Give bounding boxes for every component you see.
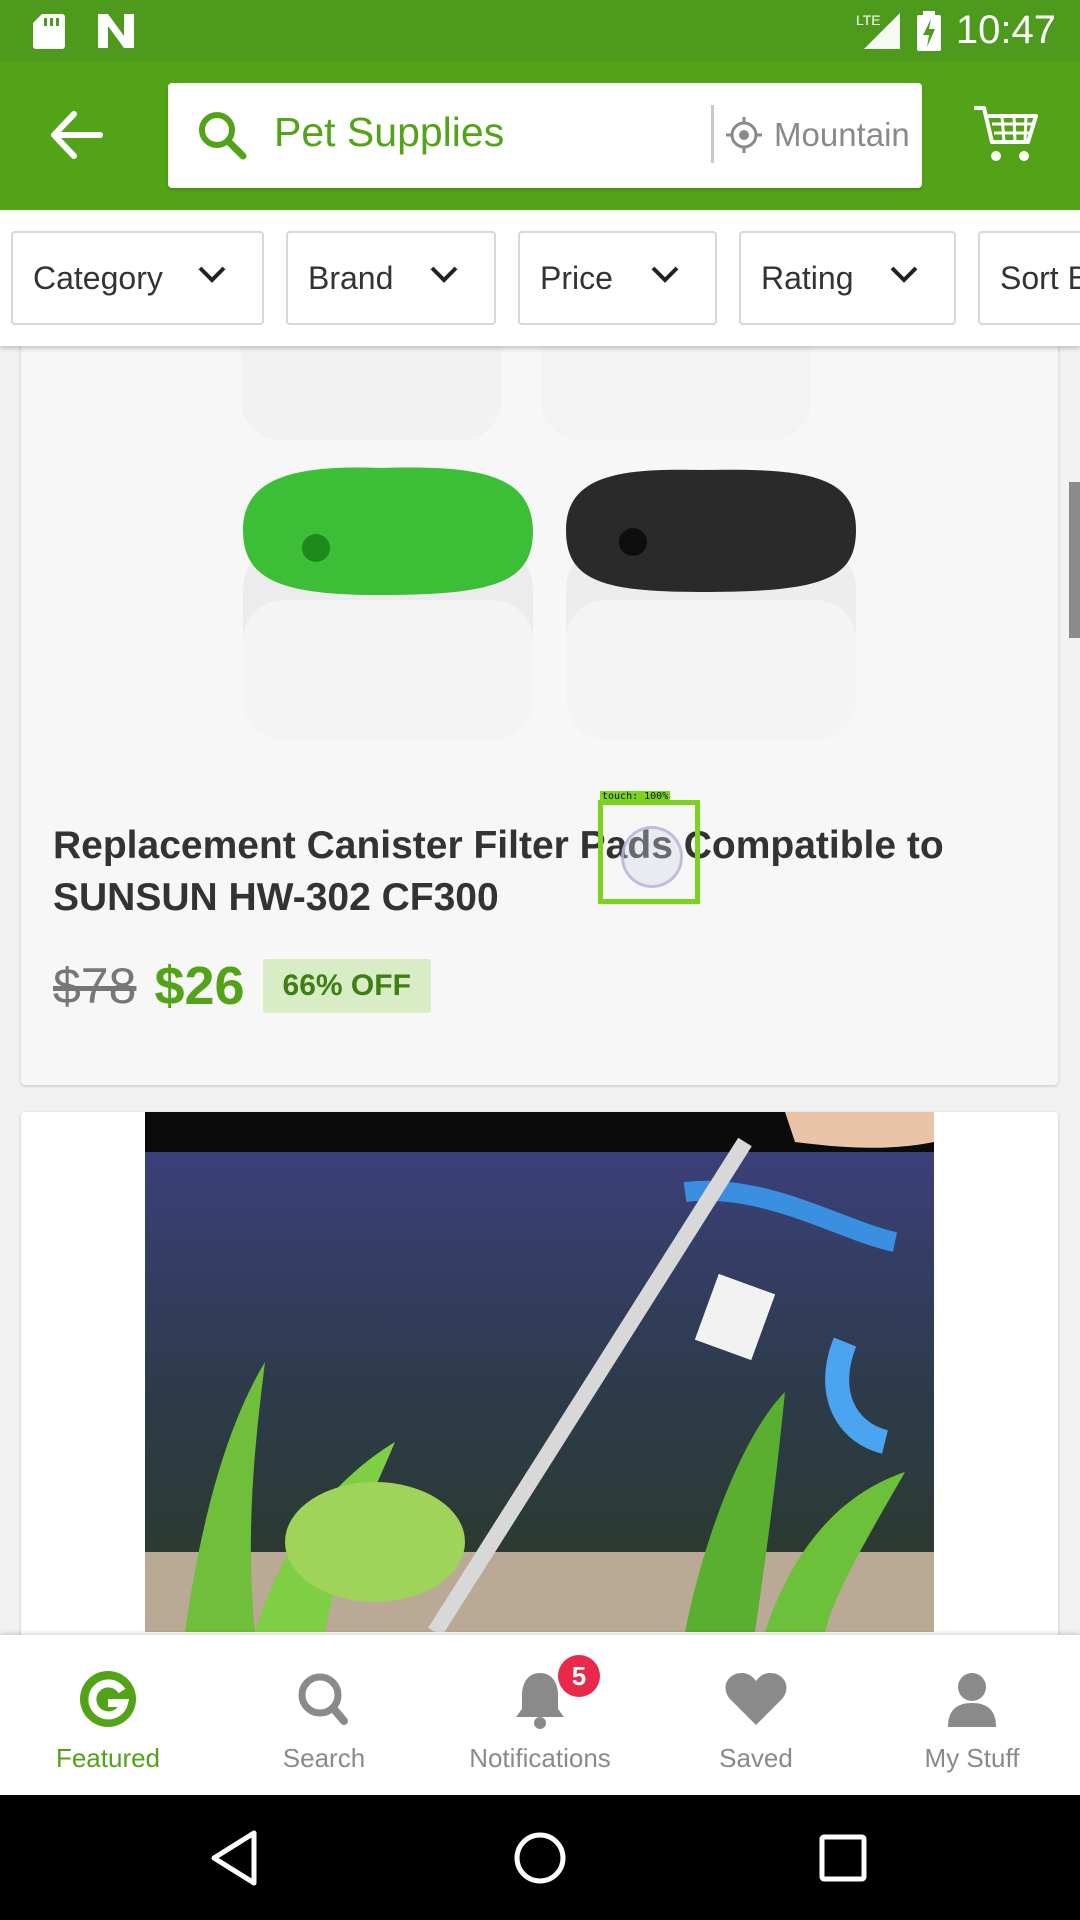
bottom-navigation: Featured Search 5 Notifications Saved My… [0,1635,1080,1795]
search-bar[interactable]: Pet Supplies Mountain View [168,83,922,188]
nav-search[interactable]: Search [216,1635,432,1795]
nav-label: My Stuff [924,1743,1020,1773]
filter-price[interactable]: Price [518,231,717,325]
sale-price: $26 [154,956,245,1016]
search-icon [298,1673,348,1725]
filter-bar: Category Brand Price Rating Sort By [0,210,1080,346]
search-icon [199,112,247,160]
status-bar: LTE 10:47 [0,0,1080,62]
status-time: 10:47 [955,8,1056,52]
filter-category[interactable]: Category [11,231,264,325]
person-icon [948,1673,996,1727]
nav-my-stuff[interactable]: My Stuff [864,1635,1080,1795]
product-image-filter-pads [241,280,856,740]
touch-indicator-label: touch: 100% [600,791,671,802]
scrollbar-thumb[interactable] [1069,482,1080,638]
home-circle-icon[interactable] [507,1825,573,1891]
battery-charging-icon [916,10,941,51]
location-target-icon [726,117,762,153]
chevron-down-icon [651,266,679,283]
filter-label: Price [540,259,613,296]
app-bar: Pet Supplies Mountain View [0,62,1080,210]
nav-label: Notifications [469,1743,611,1773]
chevron-down-icon [890,266,918,283]
search-query[interactable]: Pet Supplies [274,109,504,156]
filter-label: Rating [761,259,854,296]
svg-text:LTE: LTE [856,12,881,28]
product-title[interactable]: Replacement Canister Filter Pads Compati… [53,820,1013,924]
cart-icon[interactable] [972,102,1040,166]
filter-label: Category [33,259,163,296]
price-row: $78 $26 66% OFF [53,955,431,1017]
search-divider [711,105,714,163]
touch-indicator-box [598,800,700,904]
system-navigation-bar [0,1795,1080,1920]
back-arrow-icon[interactable] [44,102,110,168]
filter-brand[interactable]: Brand [286,231,496,325]
chevron-down-icon [198,266,226,283]
n-notification-icon [98,14,134,48]
recents-square-icon[interactable] [810,1825,876,1891]
product-card[interactable]: Replacement Canister Filter Pads Compati… [21,280,1058,1085]
filter-rating[interactable]: Rating [739,231,956,325]
notification-badge: 5 [558,1655,600,1697]
chevron-down-icon [430,266,458,283]
nav-notifications[interactable]: 5 Notifications [432,1635,648,1795]
nav-label: Saved [719,1743,793,1773]
location-field[interactable]: Mountain View [774,116,914,154]
heart-icon [725,1673,787,1725]
nav-label: Search [282,1743,366,1773]
filter-sort[interactable]: Sort By [978,231,1080,325]
back-triangle-icon[interactable] [202,1825,268,1891]
filter-label: Sort By [1000,259,1080,296]
signal-icon: LTE [856,12,900,49]
original-price: $78 [53,958,137,1014]
product-image-aquarium-cleaner [145,1112,934,1632]
filter-label: Brand [308,259,394,296]
groupon-g-icon [80,1671,136,1727]
nav-featured[interactable]: Featured [0,1635,216,1795]
nav-saved[interactable]: Saved [648,1635,864,1795]
sd-card-icon [33,14,65,49]
nav-label: Featured [55,1743,161,1773]
discount-badge: 66% OFF [262,959,431,1013]
